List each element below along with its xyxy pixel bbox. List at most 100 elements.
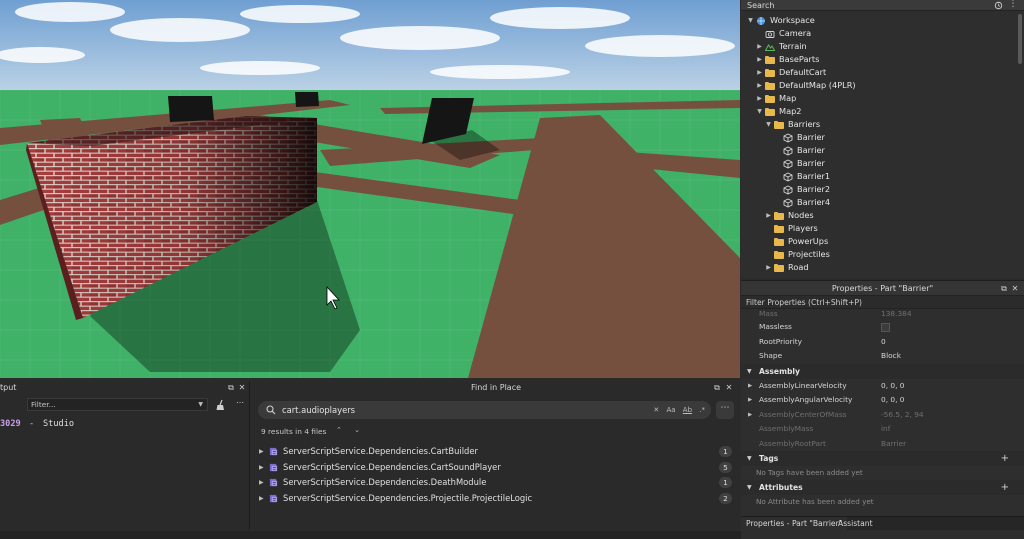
next-result-icon[interactable]: ⌄	[354, 426, 360, 434]
tree-item[interactable]: ▼ Barriers	[741, 118, 1016, 131]
tree-item[interactable]: Barrier	[741, 131, 1016, 144]
property-value[interactable]: -56.5, 2, 94	[881, 408, 924, 423]
tree-item-label: Camera	[779, 28, 812, 38]
chevron-right-icon[interactable]: ▶	[259, 444, 264, 459]
tree-item[interactable]: ▶ Map	[741, 92, 1016, 105]
tree-item-label: Barrier1	[797, 171, 831, 181]
tree-item[interactable]: ▶ Terrain	[741, 40, 1016, 53]
tree-item[interactable]: ▶ Road	[741, 261, 1016, 274]
tree-item[interactable]: ▶ DefaultCart	[741, 66, 1016, 79]
clear-output-icon[interactable]	[215, 399, 227, 411]
tab-assistant[interactable]: Assistant	[838, 517, 873, 531]
property-row[interactable]: ▶ AssemblyLinearVelocity 0, 0, 0	[741, 379, 1024, 394]
more-options-icon[interactable]: ⋯	[236, 398, 244, 407]
match-word-toggle[interactable]: Ab	[683, 406, 692, 414]
property-row[interactable]: RootPriority 0	[741, 335, 1024, 350]
attributes-section[interactable]: ▼ Attributes +	[741, 480, 1024, 495]
tree-item[interactable]: PowerUps	[741, 235, 1016, 248]
clear-search-icon[interactable]: ✕	[653, 406, 659, 414]
property-checkbox[interactable]	[881, 323, 890, 332]
collapse-icon[interactable]: ▼	[747, 480, 752, 495]
property-row[interactable]: ▶ AssemblyCenterOfMass -56.5, 2, 94	[741, 408, 1024, 423]
property-value[interactable]: Barrier	[881, 437, 906, 452]
close-icon[interactable]: ✕	[238, 381, 246, 394]
collapse-icon[interactable]: ▼	[747, 364, 752, 379]
chevron-right-icon[interactable]: ▶	[259, 460, 264, 475]
property-value[interactable]: 0, 0, 0	[881, 379, 905, 394]
viewport[interactable]	[0, 0, 740, 378]
tree-item[interactable]: Barrier1	[741, 170, 1016, 183]
result-row[interactable]: ▶ ServerScriptService.Dependencies.CartSo…	[252, 460, 740, 475]
regex-toggle[interactable]: .*	[699, 406, 705, 414]
property-row[interactable]: AssemblyRootPart Barrier	[741, 437, 1024, 452]
result-row[interactable]: ▶ ServerScriptService.Dependencies.Projec…	[252, 491, 740, 506]
explorer-search[interactable]: Search ⋮	[741, 0, 1024, 11]
result-row[interactable]: ▶ ServerScriptService.Dependencies.DeathM…	[252, 475, 740, 490]
find-more-button[interactable]: ⋯	[716, 401, 734, 419]
chevron-down-icon[interactable]: ▼	[756, 105, 763, 118]
property-value[interactable]: 0, 0, 0	[881, 393, 905, 408]
property-value[interactable]: 0	[881, 335, 886, 350]
tree-item[interactable]: Barrier4	[741, 196, 1016, 209]
tree-item[interactable]: ▼ Workspace	[741, 14, 1016, 27]
tree-item[interactable]: Barrier	[741, 144, 1016, 157]
chevron-right-icon[interactable]: ▶	[765, 209, 772, 222]
explorer-scrollbar[interactable]	[1018, 14, 1022, 64]
more-options-icon[interactable]: ⋮	[1008, 0, 1018, 11]
chevron-right-icon[interactable]: ▶	[259, 491, 264, 506]
undock-icon[interactable]: ⧉	[713, 381, 721, 395]
scene-render[interactable]	[0, 0, 740, 378]
properties-filter-input[interactable]: Filter Properties (Ctrl+Shift+P)	[741, 296, 1024, 309]
chevron-right-icon[interactable]: ▶	[756, 53, 763, 66]
find-query-input[interactable]: cart.audioplayers	[282, 401, 355, 419]
property-value[interactable]: inf	[881, 422, 890, 437]
collapse-icon[interactable]: ▼	[747, 451, 752, 466]
tree-item[interactable]: ▼ Map2	[741, 105, 1016, 118]
tree-item[interactable]: Barrier	[741, 157, 1016, 170]
chevron-right-icon[interactable]: ▶	[756, 79, 763, 92]
expand-icon[interactable]: ▶	[748, 393, 752, 408]
property-row[interactable]: AssemblyMass inf	[741, 422, 1024, 437]
expand-icon[interactable]: ▶	[748, 408, 752, 423]
assembly-section[interactable]: ▼ Assembly	[741, 363, 1024, 379]
property-name: Mass	[759, 309, 778, 318]
tags-section[interactable]: ▼ Tags +	[741, 451, 1024, 466]
tab-properties[interactable]: Properties - Part "Barrier"	[741, 517, 848, 531]
output-filter-dropdown[interactable]: Filter... ▼	[27, 398, 208, 411]
chevron-right-icon[interactable]: ▶	[756, 66, 763, 79]
tree-item[interactable]: ▶ DefaultMap (4PLR)	[741, 79, 1016, 92]
tree-item[interactable]: ▶ BaseParts	[741, 53, 1016, 66]
add-attribute-icon[interactable]: +	[1001, 480, 1009, 495]
match-case-toggle[interactable]: Aa	[666, 406, 675, 414]
property-value[interactable]: Block	[881, 349, 901, 364]
folder-icon	[765, 69, 775, 77]
tree-item[interactable]: Camera	[741, 27, 1016, 40]
tree-item[interactable]: ▶ Nodes	[741, 209, 1016, 222]
tree-item[interactable]: Players	[741, 222, 1016, 235]
tree-item[interactable]: Projectiles	[741, 248, 1016, 261]
property-row[interactable]: Mass 138.384	[741, 309, 1024, 320]
chevron-right-icon[interactable]: ▶	[756, 40, 763, 53]
property-row[interactable]: ▶ AssemblyAngularVelocity 0, 0, 0	[741, 393, 1024, 408]
chevron-down-icon[interactable]: ▼	[765, 118, 772, 131]
part-icon	[783, 159, 793, 169]
tree-item[interactable]: Barrier2	[741, 183, 1016, 196]
result-row[interactable]: ▶ ServerScriptService.Dependencies.CartBu…	[252, 444, 740, 459]
property-value[interactable]: 138.384	[881, 309, 912, 318]
history-icon[interactable]	[994, 1, 1003, 10]
undock-icon[interactable]: ⧉	[227, 381, 235, 394]
property-row[interactable]: Massless	[741, 320, 1024, 335]
close-icon[interactable]: ✕	[725, 381, 733, 395]
expand-icon[interactable]: ▶	[748, 379, 752, 394]
chevron-down-icon[interactable]: ▼	[747, 14, 754, 27]
chevron-right-icon[interactable]: ▶	[765, 261, 772, 274]
explorer-search-input[interactable]: Search	[747, 0, 774, 11]
undock-icon[interactable]: ⧉	[1000, 281, 1008, 296]
previous-result-icon[interactable]: ⌃	[336, 426, 342, 434]
chevron-right-icon[interactable]: ▶	[756, 92, 763, 105]
add-tag-icon[interactable]: +	[1001, 451, 1009, 466]
chevron-right-icon[interactable]: ▶	[259, 475, 264, 490]
property-row[interactable]: Shape Block	[741, 349, 1024, 364]
close-icon[interactable]: ✕	[1011, 281, 1019, 296]
find-search-box[interactable]: cart.audioplayers ✕ Aa Ab .*	[258, 401, 711, 419]
